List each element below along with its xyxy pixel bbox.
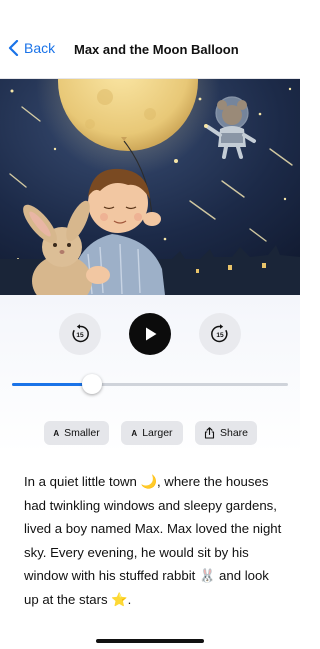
play-icon: [146, 327, 157, 341]
nav-bar: Back Max and the Moon Balloon: [0, 0, 300, 79]
slider-thumb[interactable]: [82, 374, 103, 394]
home-indicator: [96, 639, 204, 643]
story-illustration: [0, 79, 300, 295]
page-title: Max and the Moon Balloon: [74, 42, 239, 57]
rewind-15-icon: 15: [72, 324, 89, 343]
back-label: Back: [24, 40, 56, 56]
slider-fill: [12, 383, 93, 386]
rewind-seconds: 15: [76, 332, 84, 339]
share-label: Share: [219, 427, 249, 439]
larger-label: Larger: [142, 427, 173, 439]
share-icon: [204, 427, 215, 439]
smaller-label: Smaller: [64, 427, 100, 439]
story-text: In a quiet little town 🌙, where the hous…: [24, 474, 282, 607]
text-larger-button[interactable]: A Larger: [121, 421, 183, 445]
rewind-15-button[interactable]: 15: [59, 313, 101, 355]
play-button[interactable]: [129, 313, 171, 355]
chevron-left-icon: [8, 40, 19, 56]
forward-15-icon: 15: [211, 324, 228, 343]
share-button[interactable]: Share: [195, 421, 257, 445]
forward-15-button[interactable]: 15: [199, 313, 241, 355]
back-button[interactable]: Back: [8, 40, 55, 56]
text-size-small-icon: A: [53, 428, 60, 438]
playback-slider[interactable]: [12, 374, 288, 394]
text-smaller-button[interactable]: A Smaller: [44, 421, 109, 445]
forward-seconds: 15: [216, 332, 224, 339]
text-size-large-icon: A: [131, 428, 138, 438]
